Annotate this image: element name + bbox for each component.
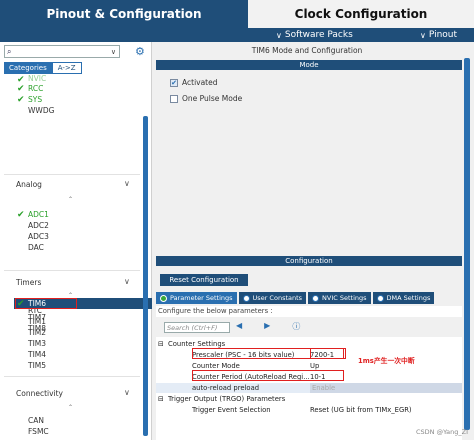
chevron-down-icon[interactable]: ∨ xyxy=(111,48,116,56)
tab-dma-settings[interactable]: DMA Settings xyxy=(372,292,435,304)
right-scrollbar[interactable] xyxy=(464,58,470,430)
sort-caret-icon: ⌃ xyxy=(68,404,74,411)
chevron-down-icon[interactable]: ∨ xyxy=(124,388,130,397)
categories-panel: ⌕ ∨ ⚙ Categories A->Z ✔ NVIC ✔ RCC ✔ SYS… xyxy=(0,42,158,440)
status-dot-icon xyxy=(312,294,320,302)
tree-item-tim8[interactable]: TIM8 xyxy=(28,324,46,334)
tab-user-constants[interactable]: User Constants xyxy=(238,292,307,304)
annotation-box xyxy=(192,370,344,381)
parameter-search-input[interactable]: Search (Ctrl+F) xyxy=(164,322,230,333)
collapse-icon[interactable]: ⊟ xyxy=(158,394,164,404)
left-scrollbar[interactable] xyxy=(143,116,148,436)
annotation-box xyxy=(310,348,344,359)
chevron-down-icon: ∨ xyxy=(276,30,282,40)
collapse-icon[interactable]: ⊟ xyxy=(158,339,164,349)
divider xyxy=(4,270,140,271)
activated-checkbox-row[interactable]: ✔ Activated xyxy=(170,78,218,87)
status-dot-icon xyxy=(242,294,250,302)
divider xyxy=(4,376,140,377)
check-icon: ✔ xyxy=(17,210,25,220)
tab-categories[interactable]: Categories xyxy=(4,62,52,74)
reset-configuration-button[interactable]: Reset Configuration xyxy=(160,274,248,286)
chevron-down-icon[interactable]: ∨ xyxy=(124,179,130,188)
tree-item-tim4[interactable]: TIM4 xyxy=(28,350,46,360)
tree-item-tim6-label: TIM6 xyxy=(28,299,47,308)
tab-parameter-settings[interactable]: Parameter Settings xyxy=(156,292,237,304)
configuration-header: Configuration xyxy=(156,256,462,266)
group-connectivity[interactable]: Connectivity xyxy=(16,389,63,398)
tab-a-to-z[interactable]: A->Z xyxy=(51,62,82,74)
submenu-bar-right: ∨ Software Packs ∨ Pinout xyxy=(248,28,474,42)
category-view-tabs: Categories A->Z xyxy=(4,62,82,74)
tree-item-tim7[interactable]: TIM7 xyxy=(28,313,46,323)
panel-title: TIM6 Mode and Configuration xyxy=(251,46,363,55)
top-tab-bar: Pinout & Configuration Clock Configurati… xyxy=(0,0,474,42)
activated-label: Activated xyxy=(182,78,218,87)
next-icon[interactable]: ▶ xyxy=(264,321,270,332)
status-dot-icon xyxy=(376,294,384,302)
tree-item-adc1[interactable]: ADC1 xyxy=(28,210,49,220)
tree-item-nvic[interactable]: NVIC xyxy=(28,74,46,84)
gear-icon[interactable]: ⚙ xyxy=(135,45,145,58)
tree-item-sys[interactable]: SYS xyxy=(28,95,42,105)
divider xyxy=(4,174,140,175)
software-packs-menu[interactable]: ∨ Software Packs xyxy=(276,30,353,40)
software-packs-label: Software Packs xyxy=(284,30,353,40)
check-icon: ✔ xyxy=(17,84,25,94)
tree-item-dac[interactable]: DAC xyxy=(28,243,44,253)
mode-header: Mode xyxy=(156,60,462,70)
tab-label: User Constants xyxy=(252,294,303,302)
group-label: Trigger Output (TRGO) Parameters xyxy=(168,395,286,403)
param-label: auto-reload preload xyxy=(192,384,260,392)
tab-clock-configuration[interactable]: Clock Configuration xyxy=(248,0,474,28)
tree-item-rcc[interactable]: RCC xyxy=(28,84,43,94)
mode-configuration-panel: TIM6 Mode and Configuration Mode ✔ Activ… xyxy=(152,42,474,440)
check-icon: ✔ xyxy=(17,95,25,105)
one-pulse-checkbox-row[interactable]: One Pulse Mode xyxy=(170,94,242,103)
tree-item-tim5[interactable]: TIM5 xyxy=(28,361,46,371)
group-analog[interactable]: Analog xyxy=(16,180,42,189)
annotation-text: 1ms产生一次中断 xyxy=(358,357,415,365)
tree-item-wwdg[interactable]: WWDG xyxy=(28,106,54,116)
category-search-row: ⌕ ∨ ⚙ xyxy=(4,45,150,59)
tab-pinout-configuration[interactable]: Pinout & Configuration xyxy=(0,0,248,28)
check-icon: ✔ xyxy=(17,299,25,309)
tree-item-can[interactable]: CAN xyxy=(28,416,44,426)
activated-checkbox[interactable]: ✔ xyxy=(170,78,178,87)
tab-label: NVIC Settings xyxy=(322,294,367,302)
submenu-bar-left xyxy=(0,28,248,42)
configuration-tabs: Parameter Settings User Constants NVIC S… xyxy=(156,292,462,304)
one-pulse-label: One Pulse Mode xyxy=(182,94,243,103)
tree-item-adc3[interactable]: ADC3 xyxy=(28,232,49,242)
param-trigger-event[interactable]: Trigger Event Selection Reset (UG bit fr… xyxy=(156,405,462,415)
previous-icon[interactable]: ◀ xyxy=(236,321,242,332)
watermark: CSDN @Yang_ZI xyxy=(415,428,468,436)
param-label: Trigger Event Selection xyxy=(192,406,271,414)
pinout-menu-label: Pinout xyxy=(428,30,458,40)
tab-label: Parameter Settings xyxy=(170,294,233,302)
chevron-down-icon: ∨ xyxy=(420,30,426,40)
category-search-input[interactable]: ⌕ ∨ xyxy=(4,45,120,58)
search-nav-icons: ◀ ▶ ⓘ xyxy=(236,321,300,332)
param-autoreload[interactable]: auto-reload preload Enable xyxy=(156,383,462,393)
chevron-down-icon[interactable]: ∨ xyxy=(124,277,130,286)
group-timers[interactable]: Timers xyxy=(16,278,41,287)
tree-item-fsmc[interactable]: FSMC xyxy=(28,427,49,437)
parameter-tree: ⊟ Counter Settings Prescaler (PSC - 16 b… xyxy=(156,337,462,440)
pinout-menu[interactable]: ∨ Pinout xyxy=(420,30,457,40)
info-icon[interactable]: ⓘ xyxy=(292,321,300,332)
group-trgo[interactable]: ⊟ Trigger Output (TRGO) Parameters xyxy=(156,394,462,404)
configure-instruction: Configure the below parameters : xyxy=(156,306,462,317)
sort-caret-icon: ⌃ xyxy=(68,196,74,203)
tab-nvic-settings[interactable]: NVIC Settings xyxy=(308,292,371,304)
tab-label: DMA Settings xyxy=(386,294,431,302)
one-pulse-checkbox[interactable] xyxy=(170,94,178,103)
param-value[interactable]: Enable xyxy=(310,383,462,393)
param-value[interactable]: Reset (UG bit from TIMx_EGR) xyxy=(310,405,412,415)
status-dot-icon xyxy=(160,294,167,302)
tree-item-tim3[interactable]: TIM3 xyxy=(28,339,46,349)
search-icon: ⌕ xyxy=(7,46,12,56)
tree-item-adc2[interactable]: ADC2 xyxy=(28,221,49,231)
